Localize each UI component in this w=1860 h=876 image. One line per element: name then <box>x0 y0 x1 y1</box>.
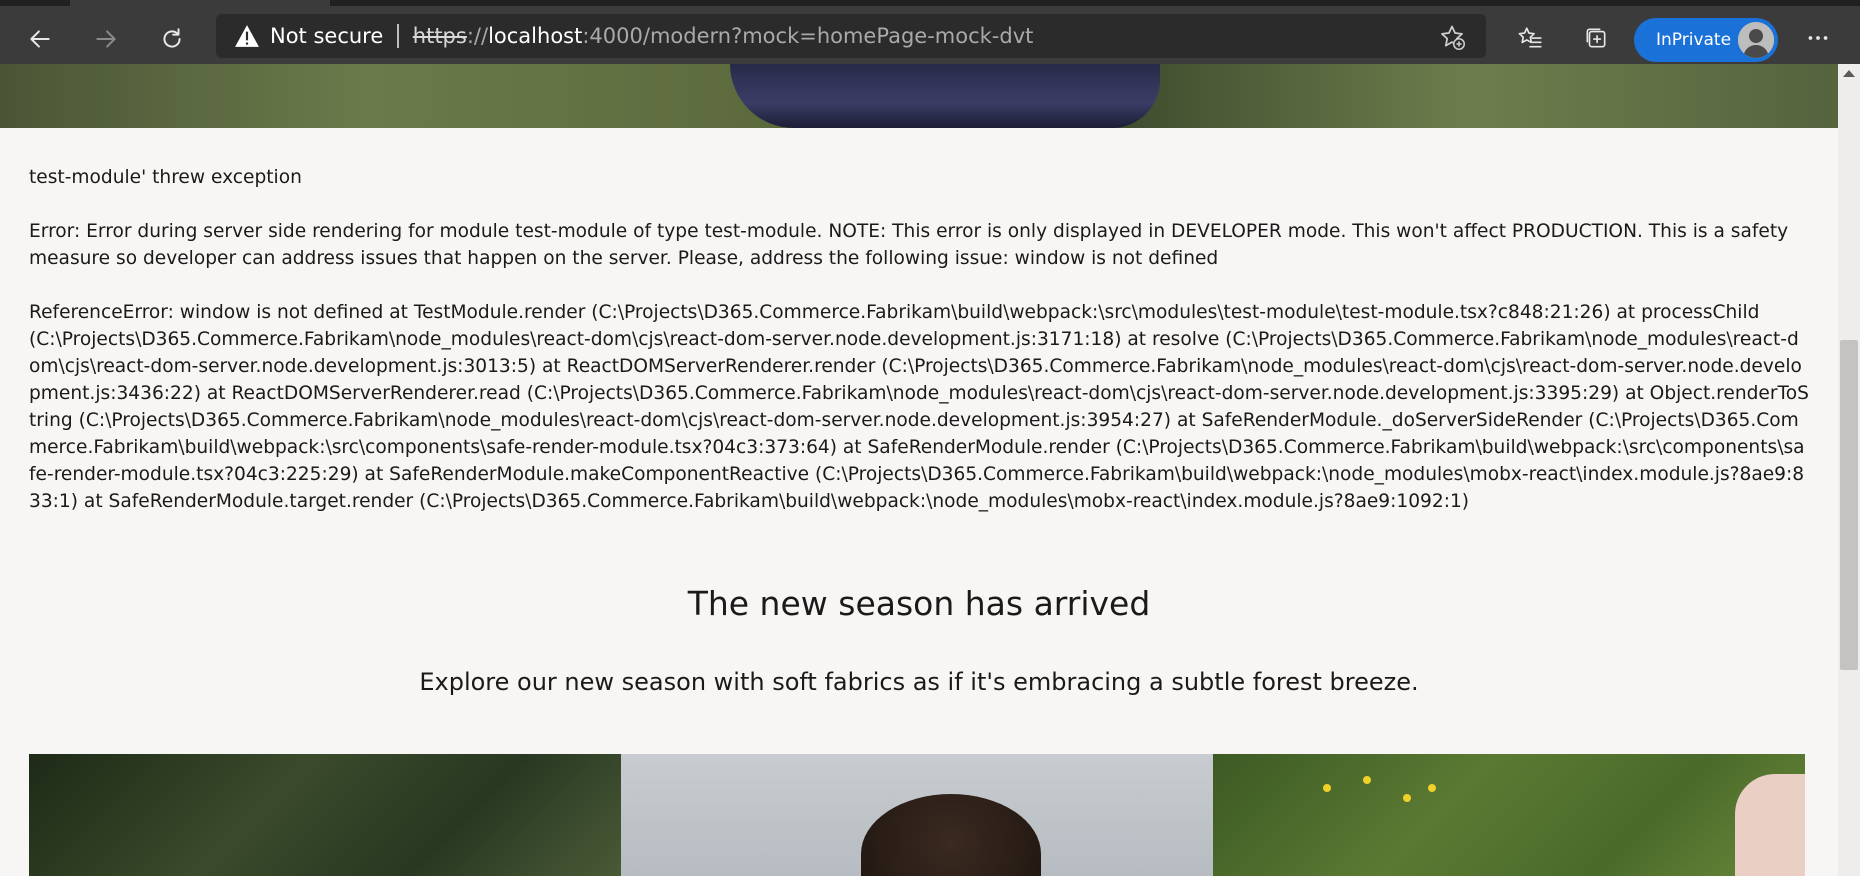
forward-arrow-icon <box>96 30 116 48</box>
hero-figure <box>730 64 1160 128</box>
add-favorite-button[interactable] <box>1438 23 1466 51</box>
url-scheme: https <box>412 24 467 48</box>
error-stack-trace: ReferenceError: window is not defined at… <box>29 302 1809 512</box>
url-host: localhost <box>488 24 583 48</box>
scroll-up-arrow-icon[interactable] <box>1843 70 1855 77</box>
address-divider <box>397 24 399 48</box>
flower <box>1323 784 1331 792</box>
portrait-head <box>861 794 1041 876</box>
warning-icon[interactable] <box>234 24 260 48</box>
back-button[interactable] <box>20 19 60 59</box>
security-status-label[interactable]: Not secure <box>270 24 383 48</box>
favorites-button[interactable] <box>1512 20 1548 56</box>
forward-button[interactable] <box>86 19 126 59</box>
promo-subtitle: Explore our new season with soft fabrics… <box>419 668 1419 696</box>
error-message: Error: Error during server side renderin… <box>29 221 1789 269</box>
promo-title: The new season has arrived <box>687 584 1151 623</box>
more-icon <box>1808 36 1828 40</box>
add-favorite-icon <box>1441 25 1466 51</box>
collections-icon <box>1586 28 1606 48</box>
inprivate-button[interactable]: InPrivate <box>1634 18 1778 62</box>
promo-tile-grass[interactable] <box>1213 754 1805 876</box>
error-module-line: test-module' threw exception <box>29 167 302 188</box>
flower <box>1403 794 1411 802</box>
refresh-icon <box>163 28 181 48</box>
flower <box>1428 784 1436 792</box>
collections-button[interactable] <box>1578 20 1614 56</box>
scroll-thumb[interactable] <box>1840 340 1858 670</box>
promo-tile-portrait[interactable] <box>621 754 1213 876</box>
page-scrollbar[interactable] <box>1838 64 1860 876</box>
url-text[interactable]: https://localhost:4000/modern?mock=homeP… <box>413 24 1034 48</box>
page-content: test-module' threw exception Error: Erro… <box>0 64 1838 876</box>
address-bar[interactable]: Not secure https://localhost:4000/modern… <box>216 14 1486 58</box>
flower <box>1363 776 1371 784</box>
active-tab-indicator <box>70 0 330 6</box>
favorites-icon <box>1518 27 1542 48</box>
browser-toolbar: Not secure https://localhost:4000/modern… <box>0 0 1860 64</box>
url-path: :4000/modern?mock=homePage-mock-dvt <box>582 24 1034 48</box>
back-arrow-icon <box>30 30 50 48</box>
hand-in-grass <box>1735 774 1805 876</box>
promo-tile-forest[interactable] <box>29 754 621 876</box>
url-separator: :// <box>466 24 489 48</box>
more-button[interactable] <box>1800 20 1836 56</box>
inprivate-label: InPrivate <box>1656 30 1732 50</box>
profile-avatar-icon <box>1738 22 1774 58</box>
refresh-button[interactable] <box>152 19 192 59</box>
error-message-block: test-module' threw exception Error: Erro… <box>29 164 1809 542</box>
hero-image <box>0 64 1838 128</box>
